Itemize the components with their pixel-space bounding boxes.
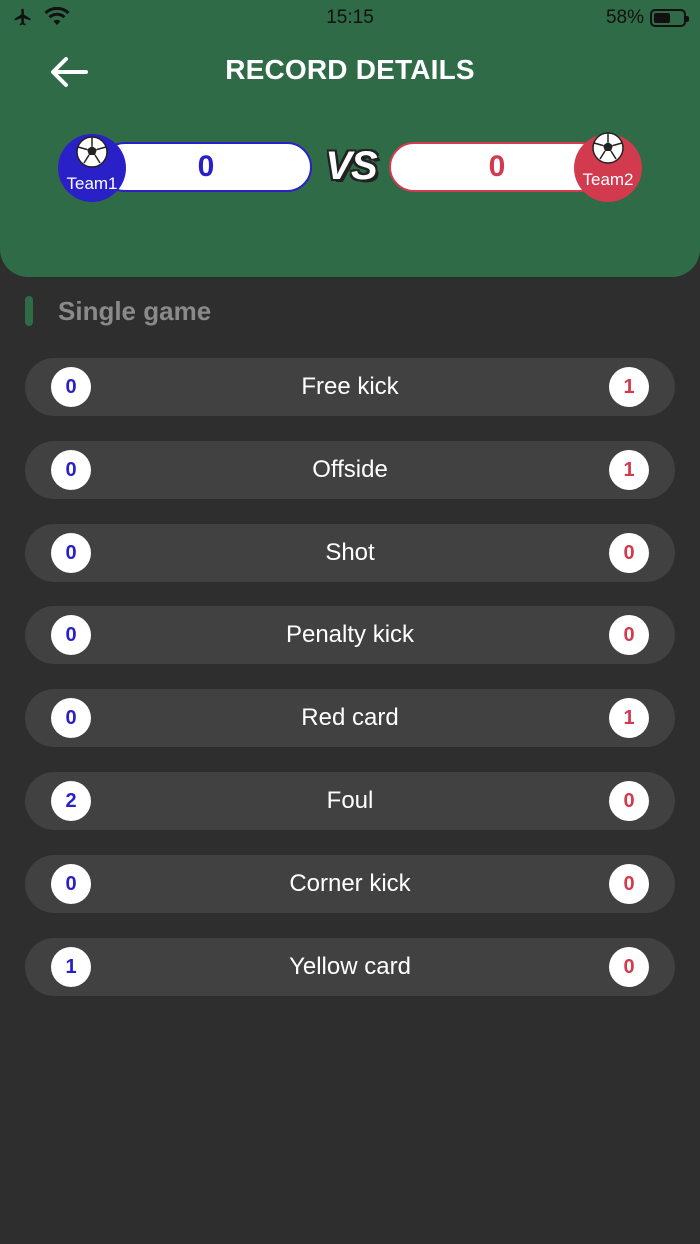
stat-label: Free kick (301, 373, 399, 400)
stat-row: 0 Shot 0 (25, 523, 675, 582)
stat-label: Offside (312, 455, 388, 483)
stat-label: Corner kick (289, 869, 411, 897)
stat-row: 2 Foul 0 (25, 772, 675, 830)
stat-row: 0 Offside 1 (25, 440, 675, 499)
stat-row: 0 Corner kick 0 (25, 854, 675, 913)
team2-stat-value: 1 (609, 367, 649, 407)
battery-percent: 58% (605, 7, 644, 28)
stat-row: 0 Free kick 1 (25, 358, 675, 416)
team2-stat-value: 0 (609, 532, 649, 573)
section-accent-bar (25, 296, 33, 326)
team2-score-pill: 0 (389, 142, 605, 192)
team2-name: Team2 (582, 170, 634, 189)
team2-stat-value: 1 (609, 449, 649, 490)
battery-fill (654, 13, 671, 23)
team1-name: Team1 (66, 174, 118, 193)
soccer-ball-icon (592, 132, 624, 164)
team2-stat-value: 1 (609, 698, 649, 739)
section-title: Single game (58, 296, 212, 326)
page-title: RECORD DETAILS (225, 54, 475, 85)
team2-stat-value: 0 (609, 781, 649, 821)
team1-score: 0 (197, 150, 215, 183)
stat-label: Yellow card (289, 952, 411, 980)
stat-label: Shot (325, 538, 375, 566)
team2-score: 0 (488, 150, 506, 183)
team1-score-pill: 0 (100, 142, 312, 192)
stat-label: Red card (301, 704, 399, 732)
soccer-ball-icon (76, 136, 108, 168)
stat-row: 0 Penalty kick 0 (25, 606, 675, 665)
team2-stat-value: 0 (609, 863, 649, 904)
team2-stat-value: 0 (609, 946, 649, 987)
team2-badge: Team2 (574, 132, 642, 202)
stat-row: 1 Yellow card 0 (25, 937, 675, 996)
battery-icon (650, 9, 689, 27)
status-bar: 15:15 58% (0, 0, 700, 36)
stat-label: Penalty kick (285, 621, 415, 649)
stat-row: 0 Red card 1 (25, 689, 675, 748)
stat-label: Foul (326, 787, 374, 814)
team1-badge: Team1 (58, 134, 126, 202)
vs-label: VS (325, 144, 377, 188)
status-time: 15:15 (326, 7, 374, 28)
